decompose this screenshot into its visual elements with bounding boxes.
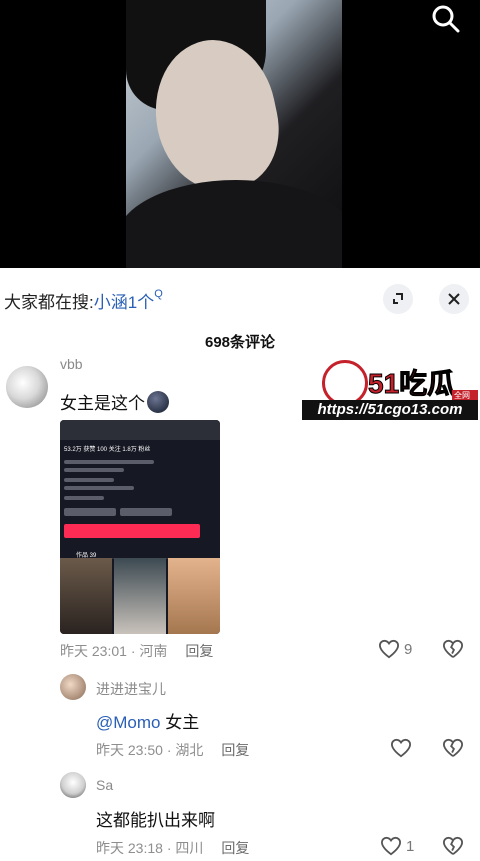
comment-meta: 昨天 23:01 · 河南 回复 [60,643,214,659]
like-button[interactable]: 1 [380,836,414,856]
comment-text-content: 这都能扒出来啊 [96,811,215,830]
dislike-button[interactable] [442,836,464,861]
like-count: 9 [404,640,413,658]
like-count: 1 [406,837,415,855]
comment-image-stats: 53.2万 获赞 100 关注 1.8万 粉丝 [64,447,151,453]
watermark-brand: 51吃瓜 [367,368,456,400]
comment-text-content: @Momo 女主 [96,713,200,732]
trending-search-keyword[interactable]: 小涵1个 [94,293,154,312]
comment-time: 昨天 23:01 [60,643,127,659]
comment-time: 昨天 23:18 [96,840,163,856]
comment-time: 昨天 23:50 [96,742,163,758]
video-player[interactable] [0,0,480,268]
comment-image[interactable]: 53.2万 获赞 100 关注 1.8万 粉丝 作品 39 [60,420,220,634]
dislike-button[interactable] [442,639,464,664]
comment-text: @Momo 女主 [96,708,199,733]
comment-count: 698条评论 [204,334,276,351]
avatar[interactable] [6,366,48,408]
avatar[interactable] [60,674,86,700]
broken-heart-icon [442,738,464,757]
comment-text: 女主是这个 [60,389,169,414]
comment-username[interactable]: Sa [96,777,113,793]
video-subject-shoulder [126,180,342,268]
reply-button[interactable]: 回复 [221,840,249,856]
comment-meta: 昨天 23:50 · 湖北 回复 [96,742,250,758]
expand-button[interactable] [383,284,413,314]
dislike-button[interactable] [442,738,464,763]
watermark-url: https://51cgo13.com [302,400,478,420]
comment-text: 这都能扒出来啊 [96,806,215,831]
reply-button[interactable]: 回复 [185,643,213,659]
video-frame [126,0,342,268]
comment-text-content: 女主是这个 [60,394,145,413]
expand-icon [393,293,403,304]
close-button[interactable] [439,284,469,314]
comment-location: 河南 [139,643,168,659]
comment-username[interactable]: 进进进宝儿 [96,679,166,699]
trending-search-prefix: 大家都在搜: [4,293,94,312]
like-button[interactable]: 9 [378,639,412,659]
watermark-logo: 51吃瓜 全网首发 https://51cgo13.com [302,360,478,422]
comment-username[interactable]: vbb [60,356,83,372]
comment-location: 四川 [175,840,204,856]
comment-meta: 昨天 23:18 · 四川 回复 [96,840,250,856]
reply-button[interactable]: 回复 [221,742,249,758]
heart-icon [390,738,412,758]
comment-location: 湖北 [175,742,204,758]
like-button[interactable] [390,738,412,758]
heart-icon [380,836,402,856]
trending-search-icon: Q [154,288,163,300]
avatar[interactable] [60,772,86,798]
broken-heart-icon [442,639,464,658]
close-icon [448,293,460,305]
search-icon[interactable] [428,2,464,38]
trending-search-bar[interactable]: 大家都在搜:小涵1个Q [4,288,163,314]
mention-link[interactable]: @Momo [96,713,161,732]
emoji-icon [147,391,169,413]
broken-heart-icon [442,836,464,855]
heart-icon [378,639,400,659]
